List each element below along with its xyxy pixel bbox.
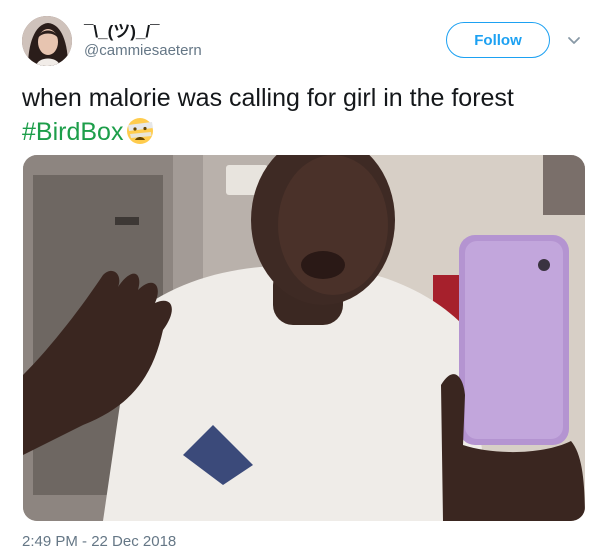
follow-button[interactable]: Follow [446, 22, 550, 58]
avatar[interactable] [22, 16, 72, 66]
tweet-body: when malorie was calling for girl in the… [22, 84, 514, 112]
hashtag-link[interactable]: #BirdBox [22, 118, 123, 146]
tweet-card: ¯\_(ツ)_/¯ @cammiesaetern Follow when mal… [0, 0, 602, 555]
tweet-text: when malorie was calling for girl in the… [22, 82, 592, 148]
tweet-photo[interactable] [23, 155, 585, 521]
display-name[interactable]: ¯\_(ツ)_/¯ [84, 17, 159, 42]
tweet-timestamp[interactable]: 2:49 PM - 22 Dec 2018 [22, 533, 176, 550]
user-handle[interactable]: @cammiesaetern [84, 42, 202, 59]
bandage-face-emoji-icon [124, 114, 156, 146]
chevron-down-icon[interactable] [566, 32, 582, 48]
